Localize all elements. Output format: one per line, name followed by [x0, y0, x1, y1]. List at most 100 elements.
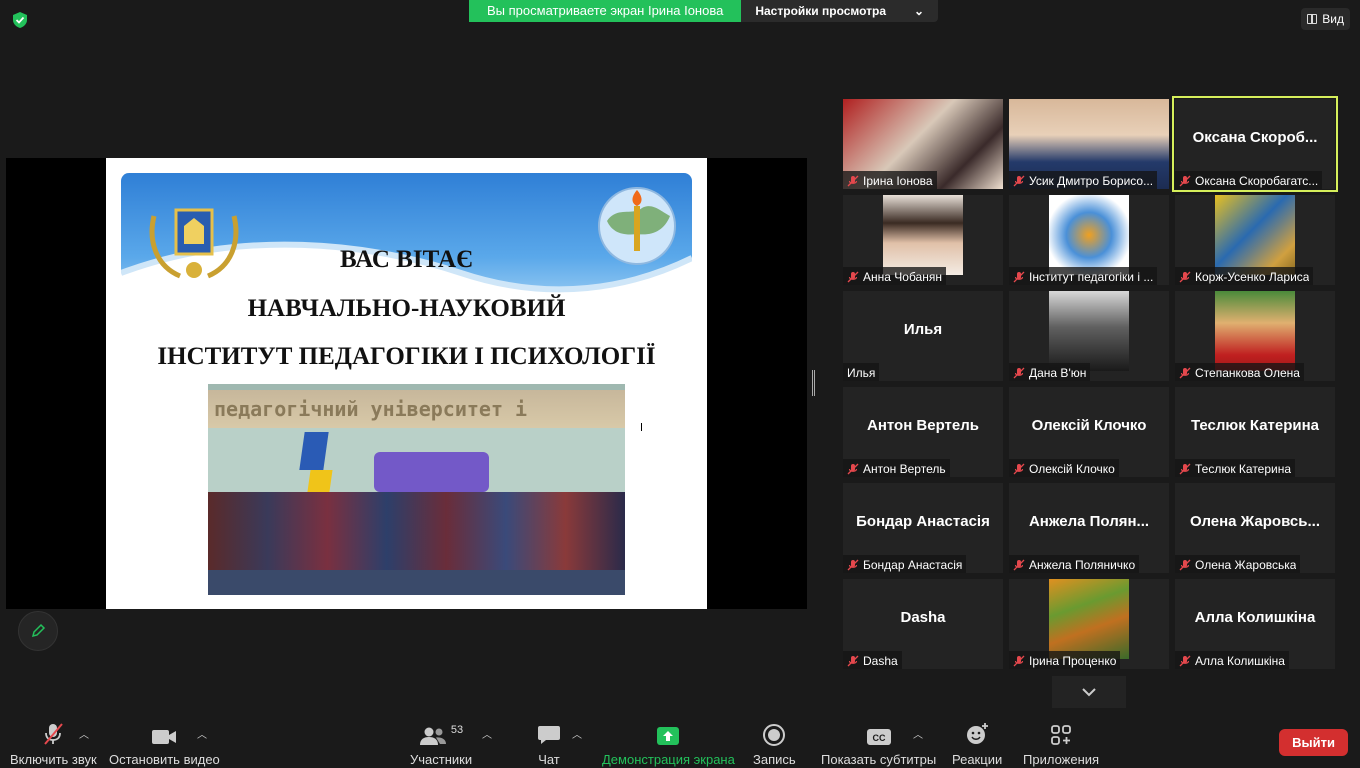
- participant-tile[interactable]: Усик Дмитро Борисо...: [1009, 99, 1169, 189]
- closed-captions-icon: CC: [866, 722, 892, 746]
- participant-name-label: Ірина Іонова: [843, 171, 937, 189]
- view-options-dropdown[interactable]: Настройки просмотра ⌄: [741, 0, 939, 22]
- participant-tile[interactable]: Ірина Проценко: [1009, 579, 1169, 669]
- participant-name-label: Ірина Проценко: [1009, 651, 1121, 669]
- participant-tile[interactable]: Антон Вертель Антон Вертель: [843, 387, 1003, 477]
- muted-mic-icon: [1013, 559, 1025, 571]
- muted-mic-icon: [1179, 367, 1191, 379]
- participant-tile[interactable]: Анна Чобанян: [843, 195, 1003, 285]
- share-screen-icon: [656, 722, 680, 746]
- muted-mic-icon: [1179, 655, 1191, 667]
- participant-tile[interactable]: Бондар Анастасія Бондар Анастасія: [843, 483, 1003, 573]
- participant-tile[interactable]: Ірина Іонова: [843, 99, 1003, 189]
- participant-tile[interactable]: Илья Илья: [843, 291, 1003, 381]
- muted-mic-icon: [1179, 175, 1191, 187]
- muted-mic-icon: [1013, 175, 1025, 187]
- participant-video: [883, 195, 963, 275]
- participant-video: [1215, 195, 1295, 275]
- muted-mic-icon: [1013, 463, 1025, 475]
- participant-tile[interactable]: Олена Жаровсь... Олена Жаровська: [1175, 483, 1335, 573]
- participant-tile[interactable]: Анжела Полян... Анжела Поляничко: [1009, 483, 1169, 573]
- participants-label: Участники: [410, 752, 473, 767]
- participant-name: Илья: [847, 366, 876, 380]
- show-captions-label: Показать субтитры: [821, 752, 937, 767]
- meeting-toolbar: Включить звук ︿ Остановить видео ︿ 53 Уч…: [0, 712, 1360, 768]
- participant-tile[interactable]: Корж-Усенко Лариса: [1175, 195, 1335, 285]
- shared-screen[interactable]: ВАС ВІТАЄ НАВЧАЛЬНО-НАУКОВИЙ ІНСТИТУТ ПЕ…: [6, 158, 807, 609]
- muted-microphone-icon: [42, 722, 64, 746]
- security-shield-icon[interactable]: [11, 11, 29, 29]
- muted-mic-icon: [1179, 463, 1191, 475]
- participant-display-name: Илья: [903, 321, 943, 338]
- reactions-label: Реакции: [952, 752, 1003, 767]
- participant-name: Корж-Усенко Лариса: [1195, 270, 1310, 284]
- muted-mic-icon: [847, 559, 859, 571]
- share-screen-button[interactable]: Демонстрация экрана: [602, 722, 735, 767]
- layout-grid-icon: [1307, 14, 1318, 24]
- participant-display-name: Антон Вертель: [866, 417, 979, 434]
- slide-title-line-3: ІНСТИТУТ ПЕДАГОГІКИ І ПСИХОЛОГІЇ: [157, 343, 656, 370]
- apps-label: Приложения: [1023, 752, 1100, 767]
- participant-video: [1049, 579, 1129, 659]
- chevron-down-icon: [1082, 688, 1096, 697]
- caret-up-icon: ︿: [572, 730, 582, 741]
- participants-count: 53: [450, 724, 464, 736]
- participant-name-label: Анна Чобанян: [843, 267, 946, 285]
- record-icon: [763, 722, 786, 746]
- participant-name-label: Інститут педагогіки і ...: [1009, 267, 1158, 285]
- participant-video: [1215, 291, 1295, 371]
- split-resize-handle[interactable]: [812, 370, 815, 396]
- participant-name-label: Теслюк Катерина: [1175, 459, 1296, 477]
- muted-mic-icon: [1179, 559, 1191, 571]
- muted-mic-icon: [1179, 271, 1191, 283]
- participant-tile[interactable]: Алла Колишкіна Алла Колишкіна: [1175, 579, 1335, 669]
- participant-tile[interactable]: Степанкова Олена: [1175, 291, 1335, 381]
- chat-bubble-icon: [537, 722, 561, 746]
- participant-display-name: Анжела Полян...: [1028, 513, 1150, 530]
- participant-name-label: Корж-Усенко Лариса: [1175, 267, 1314, 285]
- participant-name: Усик Дмитро Борисо...: [1029, 174, 1154, 188]
- participant-tile[interactable]: Оксана Скороб... Оксана Скоробагатс...: [1172, 96, 1338, 192]
- stop-video-label: Остановить видео: [109, 752, 220, 767]
- share-banner: Вы просматриваете экран Ірина Іонова Нас…: [469, 0, 939, 22]
- presentation-slide: ВАС ВІТАЄ НАВЧАЛЬНО-НАУКОВИЙ ІНСТИТУТ ПЕ…: [106, 158, 707, 609]
- participant-display-name: Бондар Анастасія: [856, 513, 990, 530]
- reactions-button[interactable]: Реакции: [952, 722, 1002, 767]
- apps-button[interactable]: Приложения: [1023, 722, 1099, 767]
- participant-name-label: Антон Вертель: [843, 459, 950, 477]
- caret-up-icon: ︿: [482, 730, 492, 741]
- participant-tile[interactable]: Теслюк Катерина Теслюк Катерина: [1175, 387, 1335, 477]
- muted-mic-icon: [847, 175, 859, 187]
- participants-button[interactable]: 53 Участники: [410, 722, 472, 767]
- next-page-button[interactable]: [1052, 676, 1126, 708]
- participant-name-label: Степанкова Олена: [1175, 363, 1304, 381]
- participant-name-label: Алла Колишкіна: [1175, 651, 1289, 669]
- participant-name-label: Олена Жаровська: [1175, 555, 1301, 573]
- leave-button[interactable]: Выйти: [1279, 729, 1348, 756]
- record-label: Запись: [753, 752, 796, 767]
- participant-name: Теслюк Катерина: [1195, 462, 1292, 476]
- share-screen-label: Демонстрация экрана: [602, 752, 735, 767]
- participant-display-name: Оксана Скороб...: [1192, 129, 1318, 146]
- pencil-icon: [31, 623, 46, 638]
- participant-tile[interactable]: Дана В'юн: [1009, 291, 1169, 381]
- participant-name-label: Илья: [843, 363, 880, 381]
- muted-mic-icon: [1013, 271, 1025, 283]
- svg-text:CC: CC: [872, 733, 885, 743]
- participant-name: Антон Вертель: [863, 462, 946, 476]
- participant-tile[interactable]: Інститут педагогіки і ...: [1009, 195, 1169, 285]
- participant-name: Дана В'юн: [1029, 366, 1087, 380]
- video-camera-icon: [151, 722, 177, 746]
- record-button[interactable]: Запись: [753, 722, 796, 767]
- participant-name-label: Dasha: [843, 651, 902, 669]
- view-button-label: Вид: [1322, 12, 1344, 26]
- view-button[interactable]: Вид: [1301, 8, 1350, 30]
- view-options-label: Настройки просмотра: [755, 4, 887, 18]
- annotate-pencil-button[interactable]: [18, 611, 58, 651]
- muted-mic-icon: [847, 271, 859, 283]
- group-photo: педагогічний університет і: [208, 384, 625, 595]
- participant-tile[interactable]: Олексій Клочко Олексій Клочко: [1009, 387, 1169, 477]
- chat-button[interactable]: Чат: [537, 722, 561, 767]
- participant-tile[interactable]: Dasha Dasha: [843, 579, 1003, 669]
- participant-name: Алла Колишкіна: [1195, 654, 1285, 668]
